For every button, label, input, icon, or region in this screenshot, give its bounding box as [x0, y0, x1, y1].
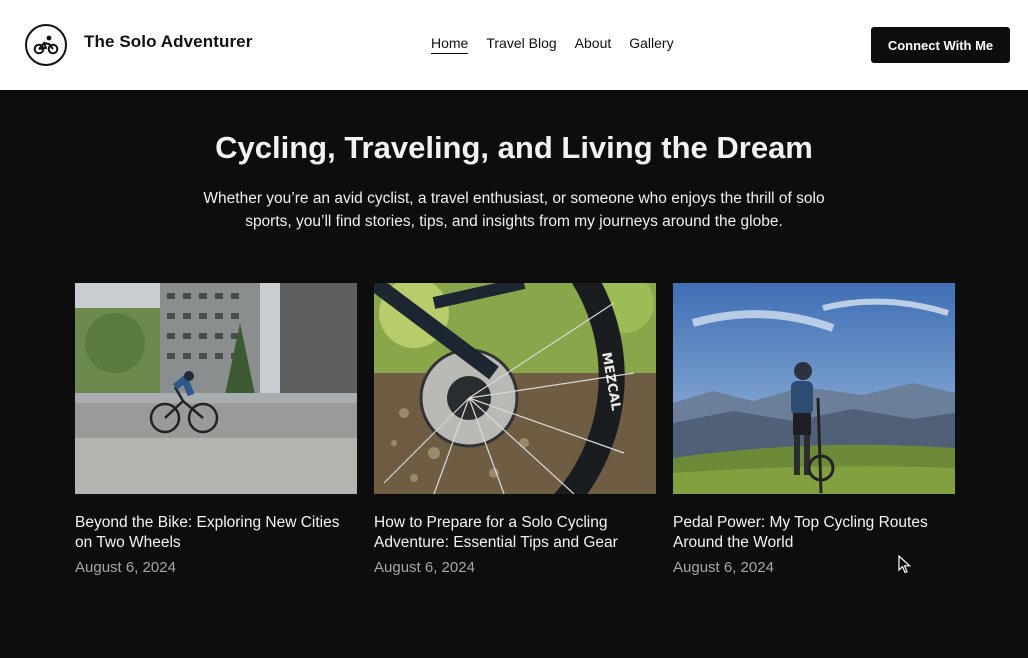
post-title[interactable]: Beyond the Bike: Exploring New Cities on… [75, 513, 357, 553]
site-header: The Solo Adventurer Home Travel Blog Abo… [0, 0, 1028, 90]
post-card: MEZCAL How to Prepare for a Solo Cycling… [374, 283, 656, 576]
post-date: August 6, 2024 [374, 559, 475, 576]
mouse-pointer-icon [898, 555, 912, 574]
post-image[interactable] [75, 283, 357, 494]
connect-button[interactable]: Connect With Me [871, 27, 1010, 63]
nav-travel-blog[interactable]: Travel Blog [486, 35, 556, 54]
post-card: Pedal Power: My Top Cycling Routes Aroun… [673, 283, 955, 576]
bicycle-rider-icon[interactable] [25, 24, 67, 66]
post-image[interactable]: MEZCAL [374, 283, 656, 494]
post-image[interactable] [673, 283, 955, 494]
post-date: August 6, 2024 [75, 559, 176, 576]
post-title[interactable]: Pedal Power: My Top Cycling Routes Aroun… [673, 513, 955, 553]
main-nav: Home Travel Blog About Gallery [431, 35, 692, 54]
nav-home[interactable]: Home [431, 35, 469, 54]
post-card: Beyond the Bike: Exploring New Cities on… [75, 283, 357, 576]
post-title[interactable]: How to Prepare for a Solo Cycling Advent… [374, 513, 656, 553]
hero-subtitle: Whether you’re an avid cyclist, a travel… [203, 190, 825, 230]
hero-title: Cycling, Traveling, and Living the Dream [215, 130, 813, 165]
nav-about[interactable]: About [575, 35, 612, 54]
nav-gallery[interactable]: Gallery [629, 35, 673, 54]
post-date: August 6, 2024 [673, 559, 774, 576]
site-title[interactable]: The Solo Adventurer [84, 32, 252, 52]
